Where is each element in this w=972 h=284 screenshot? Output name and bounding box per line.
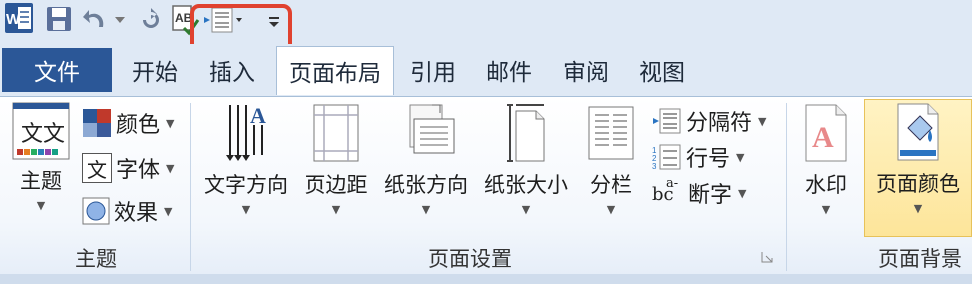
columns-button[interactable]: 分栏 ▼ — [580, 101, 642, 216]
margins-icon — [304, 101, 368, 165]
tab-page-layout[interactable]: 页面布局 — [276, 46, 394, 95]
themes-label: 主题 — [20, 169, 62, 193]
watermark-button[interactable]: A 水印 ▼ — [794, 101, 858, 216]
breaks-icon — [652, 107, 682, 135]
columns-label: 分栏 — [590, 173, 632, 197]
hyphenation-button[interactable]: bc a- 断字 ▼ — [652, 176, 747, 209]
chevron-down-icon: ▼ — [821, 203, 831, 216]
undo-dropdown-icon[interactable] — [114, 14, 126, 26]
page-setup-dialog-launcher-icon[interactable] — [760, 249, 774, 263]
watermark-label: 水印 — [805, 173, 847, 197]
watermark-icon: A — [798, 101, 854, 165]
chevron-down-icon: ▼ — [758, 114, 767, 128]
chevron-down-icon: ▼ — [166, 116, 175, 130]
page-color-icon — [890, 100, 946, 164]
chevron-down-icon: ▼ — [36, 199, 46, 212]
tab-home[interactable]: 开始 — [120, 48, 190, 92]
chevron-down-icon: ▼ — [421, 203, 431, 216]
tab-mailings[interactable]: 邮件 — [474, 48, 544, 92]
page-setup-group-label: 页面设置 — [428, 247, 512, 271]
ribbon-page-layout: 文文 主题 ▼ 颜色 ▼ 文 字体 ▼ 效果 ▼ 主题 A 文字方向 ▼ 页边距… — [0, 96, 972, 275]
chevron-down-icon: ▼ — [166, 161, 175, 175]
page-color-label: 页面颜色 — [876, 172, 960, 196]
theme-effects-button[interactable]: 效果 ▼ — [82, 195, 172, 227]
margins-button[interactable]: 页边距 ▼ — [298, 101, 374, 216]
orientation-icon — [394, 101, 458, 165]
chevron-down-icon: ▼ — [331, 203, 341, 216]
chevron-down-icon: ▼ — [164, 204, 173, 218]
text-direction-label: 文字方向 — [204, 173, 288, 197]
tab-insert[interactable]: 插入 — [196, 48, 268, 92]
word-app-icon[interactable]: W — [4, 2, 34, 34]
tab-file[interactable]: 文件 — [2, 48, 112, 92]
tab-references[interactable]: 引用 — [398, 48, 468, 92]
themes-button[interactable]: 文文 主题 ▼ — [6, 101, 76, 212]
theme-fonts-button[interactable]: 文 字体 ▼ — [82, 152, 174, 184]
svg-text:文文: 文文 — [21, 122, 65, 147]
orientation-label: 纸张方向 — [384, 173, 468, 197]
group-divider — [786, 103, 787, 271]
line-numbers-icon: 1 2 3 — [652, 143, 682, 171]
svg-text:A: A — [812, 121, 834, 154]
breaks-label: 分隔符 — [686, 111, 753, 136]
themes-icon: 文文 — [11, 101, 71, 161]
chevron-down-icon: ▼ — [521, 203, 531, 216]
size-button[interactable]: 纸张大小 ▼ — [476, 101, 576, 216]
chevron-down-icon: ▼ — [241, 203, 251, 216]
columns-icon — [583, 101, 639, 165]
hyphenation-icon: bc a- — [652, 176, 679, 205]
size-label: 纸张大小 — [484, 173, 568, 197]
colors-icon — [82, 108, 112, 138]
theme-effects-label: 效果 — [114, 201, 159, 226]
line-numbers-label: 行号 — [686, 147, 731, 172]
theme-colors-button[interactable]: 颜色 ▼ — [82, 107, 174, 139]
svg-text:A: A — [250, 103, 266, 128]
line-numbers-button[interactable]: 1 2 3 行号 ▼ — [652, 141, 744, 173]
theme-colors-label: 颜色 — [116, 113, 161, 138]
svg-text:W: W — [6, 11, 21, 28]
theme-fonts-label: 字体 — [116, 158, 161, 183]
text-direction-button[interactable]: A 文字方向 ▼ — [196, 101, 296, 216]
page-size-icon — [494, 101, 558, 165]
group-divider — [190, 103, 191, 271]
chevron-down-icon: ▼ — [606, 203, 616, 216]
orientation-button[interactable]: 纸张方向 ▼ — [376, 101, 476, 216]
tab-view[interactable]: 视图 — [626, 48, 698, 92]
themes-group-label: 主题 — [75, 247, 117, 271]
quick-access-toolbar: W AB — [0, 0, 972, 56]
undo-icon[interactable] — [80, 4, 110, 34]
ribbon-tabs: 文件 开始 插入 页面布局 引用 邮件 审阅 视图 — [0, 44, 972, 96]
page-background-group-label: 页面背景 — [878, 247, 962, 271]
save-icon[interactable] — [44, 4, 74, 34]
chevron-down-icon: ▼ — [913, 202, 923, 215]
page-color-button[interactable]: 页面颜色 ▼ — [864, 99, 972, 237]
chevron-down-icon: ▼ — [736, 150, 745, 164]
hyphenation-label: 断字 — [688, 183, 733, 208]
redo-icon[interactable] — [136, 4, 166, 34]
text-direction-icon: A — [214, 101, 278, 165]
document-area-edge — [0, 274, 972, 284]
effects-icon — [82, 197, 110, 225]
fonts-icon: 文 — [82, 153, 112, 183]
chevron-down-icon: ▼ — [738, 186, 747, 200]
margins-label: 页边距 — [304, 173, 368, 197]
tab-review[interactable]: 审阅 — [550, 48, 622, 92]
svg-text:3: 3 — [652, 162, 657, 171]
breaks-button[interactable]: 分隔符 ▼ — [652, 105, 766, 137]
